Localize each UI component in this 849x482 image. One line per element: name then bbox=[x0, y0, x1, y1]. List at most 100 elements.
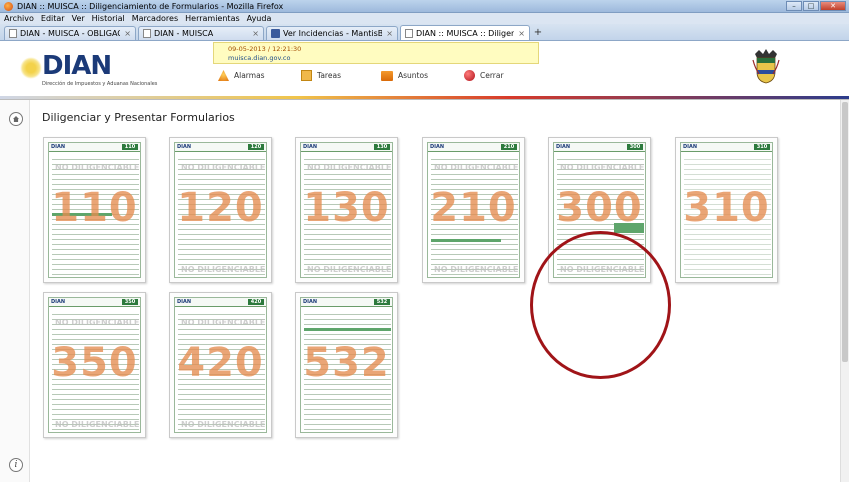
watermark-text: NO DILIGENCIABLE bbox=[434, 163, 519, 172]
nav-alarmas[interactable]: Alarmas bbox=[218, 70, 301, 81]
close-session-icon bbox=[464, 70, 475, 81]
dian-logo[interactable]: DIAN Dirección de Impuestos y Aduanas Na… bbox=[20, 51, 157, 89]
minimize-button[interactable]: – bbox=[786, 1, 802, 11]
tab-mantis[interactable]: Ver Incidencias - MantisBT × bbox=[266, 26, 398, 40]
nav-cerrar[interactable]: Cerrar bbox=[464, 70, 504, 81]
window-titlebar: DIAN :: MUISCA :: Diligenciamiento de Fo… bbox=[0, 0, 849, 13]
menu-historial[interactable]: Historial bbox=[92, 14, 125, 23]
tab-label: DIAN :: MUISCA :: Diligenciamiento d... bbox=[416, 28, 514, 38]
form-badge: 210 bbox=[501, 144, 517, 150]
watermark-text: NO DILIGENCIABLE bbox=[307, 265, 392, 274]
alarm-icon bbox=[218, 70, 229, 81]
form-header: DIAN 350 bbox=[49, 298, 140, 307]
form-thumbnail: DIAN 120 NO DILIGENCIABLE NO DILIGENCIABL… bbox=[174, 142, 267, 278]
logo-subtitle: Dirección de Impuestos y Aduanas Naciona… bbox=[42, 81, 158, 87]
form-header: DIAN 420 bbox=[175, 298, 266, 307]
header-nav: Alarmas Tareas Asuntos Cerrar bbox=[218, 70, 504, 81]
menu-ver[interactable]: Ver bbox=[72, 14, 85, 23]
tab-close-icon[interactable]: × bbox=[386, 29, 393, 38]
form-header: DIAN 130 bbox=[301, 143, 392, 152]
page-icon bbox=[405, 28, 413, 38]
home-icon[interactable] bbox=[9, 112, 23, 126]
watermark-text: NO DILIGENCIABLE bbox=[307, 163, 392, 172]
page-icon bbox=[9, 29, 17, 38]
highlight-circle bbox=[530, 231, 671, 379]
form-badge: 110 bbox=[122, 144, 138, 150]
tab-close-icon[interactable]: × bbox=[518, 29, 525, 38]
form-card-210[interactable]: DIAN 210 NO DILIGENCIABLE NO DILIGENCIABL… bbox=[422, 137, 525, 283]
form-bar bbox=[304, 328, 391, 331]
menu-ayuda[interactable]: Ayuda bbox=[247, 14, 272, 23]
form-thumbnail: DIAN 110 NO DILIGENCIABLE 110 bbox=[48, 142, 141, 278]
tab-label: Ver Incidencias - MantisBT bbox=[283, 29, 383, 38]
form-number: 310 bbox=[683, 185, 770, 231]
tab-muisca[interactable]: DIAN - MUISCA × bbox=[138, 26, 264, 40]
page-header: DIAN Dirección de Impuestos y Aduanas Na… bbox=[0, 41, 849, 96]
form-header: DIAN 210 bbox=[428, 143, 519, 152]
form-badge: 120 bbox=[248, 144, 264, 150]
nav-tareas[interactable]: Tareas bbox=[301, 70, 381, 81]
close-window-button[interactable]: ✕ bbox=[820, 1, 846, 11]
watermark-text: NO DILIGENCIABLE bbox=[55, 420, 140, 429]
form-header: DIAN 300 bbox=[554, 143, 645, 152]
nav-label: Cerrar bbox=[480, 71, 504, 80]
side-column: i bbox=[0, 100, 30, 482]
maximize-button[interactable]: □ bbox=[803, 1, 819, 11]
main-content: i Diligenciar y Presentar Formularios DI… bbox=[0, 99, 849, 482]
form-card-130[interactable]: DIAN 130 NO DILIGENCIABLE NO DILIGENCIABL… bbox=[295, 137, 398, 283]
form-card-350[interactable]: DIAN 350 NO DILIGENCIABLE NO DILIGENCIABL… bbox=[43, 292, 146, 438]
form-thumbnail: DIAN 420 NO DILIGENCIABLE NO DILIGENCIABL… bbox=[174, 297, 267, 433]
firefox-icon bbox=[4, 1, 13, 11]
user-info-line2: muisca.dian.gov.co bbox=[228, 54, 291, 62]
user-info-box: 09-05-2013 / 12:21:30 muisca.dian.gov.co bbox=[213, 42, 539, 64]
watermark-text: NO DILIGENCIABLE bbox=[181, 163, 266, 172]
form-card-420[interactable]: DIAN 420 NO DILIGENCIABLE NO DILIGENCIABL… bbox=[169, 292, 272, 438]
tab-close-icon[interactable]: × bbox=[124, 29, 131, 38]
form-card-532[interactable]: DIAN 532 532 bbox=[295, 292, 398, 438]
nav-asuntos[interactable]: Asuntos bbox=[381, 70, 464, 81]
scrollbar-thumb[interactable] bbox=[842, 102, 848, 362]
menu-archivo[interactable]: Archivo bbox=[4, 14, 34, 23]
page-icon bbox=[143, 29, 151, 38]
form-header: DIAN 110 bbox=[49, 143, 140, 152]
new-tab-button[interactable]: + bbox=[532, 27, 544, 39]
form-header: DIAN 532 bbox=[301, 298, 392, 307]
form-thumbnail: DIAN 350 NO DILIGENCIABLE NO DILIGENCIABL… bbox=[48, 297, 141, 433]
form-bar bbox=[431, 239, 501, 242]
form-number: 120 bbox=[177, 185, 264, 231]
tab-close-icon[interactable]: × bbox=[252, 29, 259, 38]
watermark-text: NO DILIGENCIABLE bbox=[434, 265, 519, 274]
form-header: DIAN 120 bbox=[175, 143, 266, 152]
watermark-text: NO DILIGENCIABLE bbox=[181, 420, 266, 429]
logo-text: DIAN bbox=[42, 51, 112, 81]
form-number: 420 bbox=[177, 340, 264, 386]
form-badge: 532 bbox=[374, 299, 390, 305]
tab-obligacion[interactable]: DIAN - MUISCA - OBLIGACION FINA... × bbox=[4, 26, 136, 40]
tab-bar: DIAN - MUISCA - OBLIGACION FINA... × DIA… bbox=[0, 24, 849, 41]
watermark-text: NO DILIGENCIABLE bbox=[181, 265, 266, 274]
form-badge: 300 bbox=[627, 144, 643, 150]
form-header: DIAN 310 bbox=[681, 143, 772, 152]
form-badge: 130 bbox=[374, 144, 390, 150]
page-title: Diligenciar y Presentar Formularios bbox=[42, 111, 235, 124]
form-number: 350 bbox=[51, 340, 138, 386]
form-card-310[interactable]: DIAN 310 310 bbox=[675, 137, 778, 283]
nav-label: Tareas bbox=[317, 71, 341, 80]
mantis-icon bbox=[271, 29, 280, 38]
form-number: 532 bbox=[303, 340, 390, 386]
tab-diligenciamiento[interactable]: DIAN :: MUISCA :: Diligenciamiento d... … bbox=[400, 25, 530, 40]
vertical-scrollbar[interactable] bbox=[840, 100, 849, 482]
form-thumbnail: DIAN 310 310 bbox=[680, 142, 773, 278]
form-number: 210 bbox=[430, 185, 517, 231]
menu-bar: Archivo Editar Ver Historial Marcadores … bbox=[0, 13, 849, 24]
form-card-110[interactable]: DIAN 110 NO DILIGENCIABLE 110 bbox=[43, 137, 146, 283]
info-icon[interactable]: i bbox=[9, 458, 23, 472]
form-thumbnail: DIAN 130 NO DILIGENCIABLE NO DILIGENCIABL… bbox=[300, 142, 393, 278]
task-icon bbox=[301, 70, 312, 81]
menu-herramientas[interactable]: Herramientas bbox=[185, 14, 240, 23]
form-thumbnail: DIAN 532 532 bbox=[300, 297, 393, 433]
form-card-120[interactable]: DIAN 120 NO DILIGENCIABLE NO DILIGENCIABL… bbox=[169, 137, 272, 283]
menu-editar[interactable]: Editar bbox=[41, 14, 65, 23]
colombia-crest-icon bbox=[752, 49, 780, 84]
menu-marcadores[interactable]: Marcadores bbox=[132, 14, 178, 23]
